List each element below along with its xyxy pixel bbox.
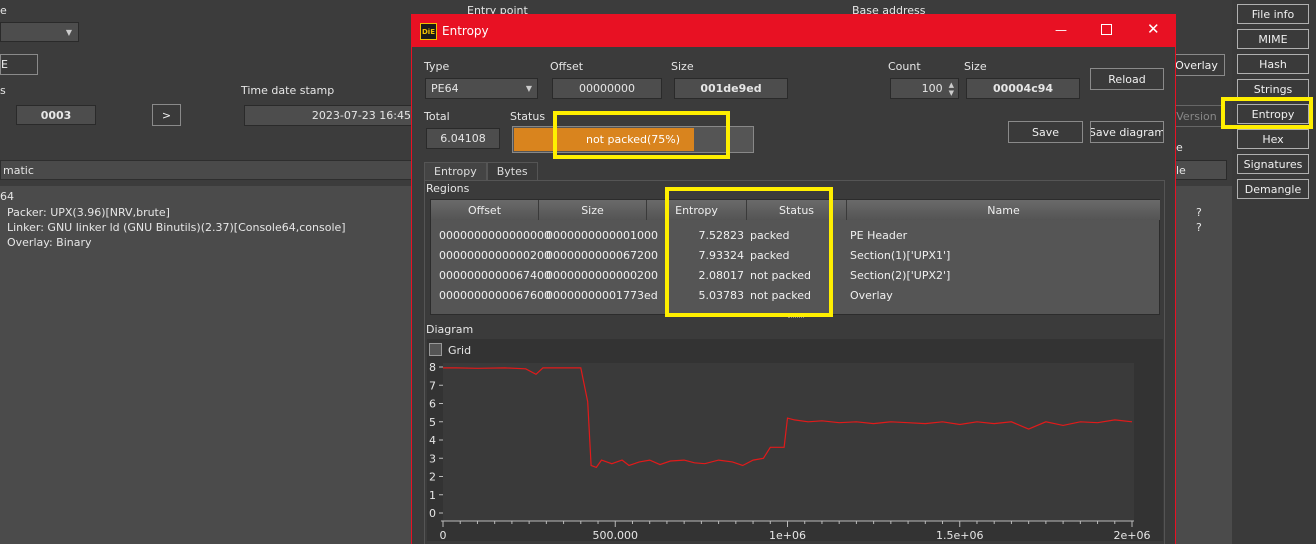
total-label: Total	[424, 110, 450, 123]
reload-button[interactable]: Reload	[1090, 68, 1164, 90]
hex-button[interactable]: Hex	[1237, 129, 1309, 149]
hash-button[interactable]: Hash	[1237, 54, 1309, 74]
size-field: 001de9ed	[674, 78, 788, 99]
file-info-button[interactable]: File info	[1237, 4, 1309, 24]
tab-entropy[interactable]: Entropy	[424, 162, 487, 180]
detect-line-overlay: Overlay: Binary	[7, 236, 92, 249]
e-label: e	[0, 4, 7, 17]
maximize-icon[interactable]	[1101, 24, 1112, 35]
cell-offset: 0000000000067600	[439, 288, 551, 302]
type-label: Type	[424, 60, 450, 73]
y-tick-label: 5	[429, 416, 436, 429]
detect-line-0: 64	[0, 190, 14, 203]
save-button[interactable]: Save	[1008, 121, 1083, 143]
chevron-down-icon: ▼	[525, 84, 532, 93]
grid-label[interactable]: Grid	[448, 344, 471, 357]
status-label: Status	[510, 110, 546, 123]
entropy-button-highlight	[1221, 97, 1313, 129]
y-tick-label: 1	[429, 489, 436, 502]
mime-button[interactable]: MIME	[1237, 29, 1309, 49]
status-highlight	[553, 111, 730, 159]
offset-field[interactable]: 00000000	[552, 78, 662, 99]
die-logo-icon: DiE	[420, 23, 437, 40]
count-value: 100	[921, 82, 943, 95]
strings-button[interactable]: Strings	[1237, 79, 1309, 99]
column-header-offset[interactable]: Offset	[431, 200, 539, 220]
y-tick-label: 7	[429, 379, 436, 392]
size-label: Size	[671, 60, 694, 73]
grid-checkbox[interactable]	[429, 343, 442, 356]
cell-offset: 0000000000067400	[439, 268, 551, 282]
cell-size: 00000000001773ed	[546, 288, 658, 302]
x-tick-label: 2e+06	[1114, 529, 1151, 539]
time-date-stamp-label: Time date stamp	[241, 84, 335, 97]
minimize-icon[interactable]: —	[1055, 23, 1067, 37]
tab-bytes[interactable]: Bytes	[486, 162, 538, 180]
ble-field[interactable]: ble	[1168, 160, 1227, 180]
sections-label: s	[0, 84, 6, 97]
y-tick-label: 8	[429, 361, 436, 374]
chevron-down-icon: ▼	[65, 27, 72, 37]
entropy-chart-svg: 0 500,000 1e+06 1.5e+06 2e+06 0 1 2 3 4 5 6 7 8	[429, 361, 1151, 539]
total-field: 6.04108	[426, 128, 500, 149]
cell-size: 0000000000000200	[546, 268, 658, 282]
plot-area	[443, 363, 1134, 521]
size2-label: Size	[964, 60, 987, 73]
e-label-2: e	[1176, 141, 1183, 154]
cell-offset: 0000000000000000	[439, 228, 551, 242]
regions-label: Regions	[426, 182, 470, 195]
x-tick-label: 1e+06	[769, 529, 806, 539]
cell-name: Section(1)['UPX1']	[850, 248, 951, 262]
e-button[interactable]: E	[0, 54, 38, 75]
cell-name: PE Header	[850, 228, 908, 242]
diagram-label: Diagram	[426, 323, 474, 336]
dialog-title: Entropy	[442, 24, 489, 38]
offset-label: Offset	[550, 60, 584, 73]
entropy-diagram: Grid 0 500,000 1e+06 1.5e+06 2e+06 0 1 2 3 4 5 6 7 8	[427, 339, 1163, 541]
sections-count: 0003	[16, 105, 96, 125]
detect-line-packer: Packer: UPX(3.96)[NRV,brute]	[7, 206, 170, 219]
scan-type-value: matic	[3, 164, 34, 177]
y-tick-label: 0	[429, 507, 436, 520]
type-select-bg[interactable]: ▼	[0, 22, 79, 42]
detect-line-linker: Linker: GNU linker ld (GNU Binutils)(2.3…	[7, 221, 346, 234]
y-tick-label: 4	[429, 434, 436, 447]
count-label: Count	[888, 60, 921, 73]
sections-arrow-button[interactable]: >	[152, 104, 181, 126]
die-logo-text: DiE	[422, 27, 435, 36]
dialog-title-bar[interactable]: DiE Entropy — ✕	[412, 15, 1175, 47]
y-tick-label: 6	[429, 398, 436, 411]
cell-size: 0000000000067200	[546, 248, 658, 262]
size2-field: 00004c94	[966, 78, 1080, 99]
splitter-handle[interactable]	[788, 317, 804, 319]
entropy-dialog: DiE Entropy — ✕ Type PE64 ▼ Offset 00000…	[411, 14, 1176, 544]
demangle-button[interactable]: Demangle	[1237, 179, 1309, 199]
y-tick-label: 3	[429, 452, 436, 465]
count-spinbox[interactable]: 100 ▲ ▼	[890, 78, 959, 99]
info-button-2[interactable]: ?	[1196, 221, 1202, 234]
x-tick-label: 0	[440, 529, 447, 539]
entropy-status-highlight	[665, 187, 833, 317]
x-tick-label: 500,000	[593, 529, 639, 539]
cell-offset: 0000000000000200	[439, 248, 551, 262]
overlay-button[interactable]: Overlay	[1168, 54, 1225, 76]
x-tick-label: 1.5e+06	[936, 529, 983, 539]
spin-arrows-icon[interactable]: ▲ ▼	[949, 81, 954, 97]
close-icon[interactable]: ✕	[1147, 20, 1160, 38]
save-diagram-button[interactable]: Save diagram	[1090, 121, 1164, 143]
column-header-size[interactable]: Size	[539, 200, 647, 220]
time-date-stamp-field: 2023-07-23 16:45	[244, 105, 412, 126]
cell-size: 0000000000001000	[546, 228, 658, 242]
version-button[interactable]: Version	[1168, 105, 1225, 127]
y-tick-label: 2	[429, 471, 436, 484]
type-select[interactable]: PE64 ▼	[425, 78, 538, 99]
tab-bar: Entropy Bytes	[424, 162, 538, 180]
scan-type-select[interactable]: matic	[0, 160, 412, 180]
type-value: PE64	[431, 82, 459, 95]
cell-name: Overlay	[850, 288, 893, 302]
info-button-1[interactable]: ?	[1196, 206, 1202, 219]
column-header-name[interactable]: Name	[847, 200, 1161, 220]
signatures-button[interactable]: Signatures	[1237, 154, 1309, 174]
cell-name: Section(2)['UPX2']	[850, 268, 951, 282]
